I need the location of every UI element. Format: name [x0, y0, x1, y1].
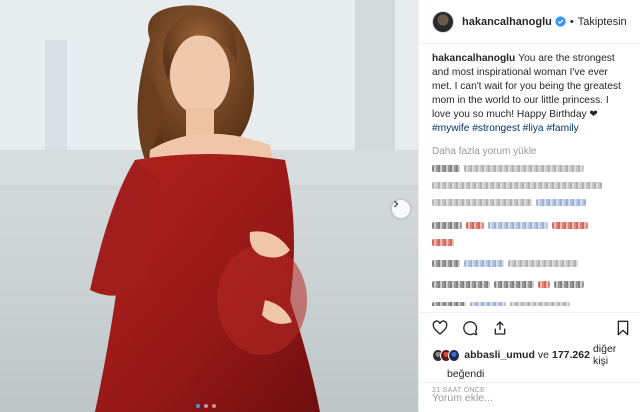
blurred-comment-text: [432, 182, 602, 189]
blurred-comment-text: [432, 199, 532, 206]
chevron-right-icon: [394, 200, 399, 208]
comment-row: [432, 218, 628, 233]
header-separator: •: [569, 15, 574, 28]
comment-row: [432, 178, 628, 193]
blurred-emoji: [466, 222, 484, 229]
blurred-emoji: [552, 222, 588, 229]
bookmark-icon[interactable]: [615, 320, 631, 336]
post-header: hakancalhanoglu • Takiptesin: [419, 0, 640, 44]
carousel-dot: [212, 404, 216, 408]
blurred-comments: [432, 161, 628, 306]
post-side-panel: hakancalhanoglu • Takiptesin hakancalhan…: [418, 0, 640, 412]
blurred-username: [432, 222, 462, 229]
action-icons-row: [432, 315, 631, 341]
blurred-username: [432, 281, 490, 288]
likes-count[interactable]: 177.262: [552, 349, 590, 361]
liked-by-username[interactable]: abbasli_umud: [464, 349, 535, 361]
post-caption: hakancalhanoglu You are the strongest and…: [432, 52, 628, 136]
liker-avatar: [448, 348, 461, 362]
comments-area: hakancalhanoglu You are the strongest and…: [419, 44, 640, 306]
hashtag-link[interactable]: #family: [546, 123, 578, 134]
blurred-mention: [464, 260, 504, 267]
carousel-indicator: [196, 404, 216, 408]
comment-row: [432, 195, 628, 210]
next-slide-button[interactable]: [392, 200, 410, 218]
photo-scene: [0, 0, 418, 412]
hashtag-link[interactable]: #liya: [523, 123, 544, 134]
blurred-username: [432, 302, 466, 306]
comment-input[interactable]: [432, 391, 628, 404]
add-comment-bar: [419, 382, 640, 412]
hashtag-link[interactable]: #strongest: [472, 123, 520, 134]
caption-username[interactable]: hakancalhanoglu: [432, 53, 515, 64]
blurred-comment-text: [510, 302, 570, 306]
hashtag-link[interactable]: #mywife: [432, 123, 469, 134]
blurred-mention: [470, 302, 506, 306]
share-icon[interactable]: [492, 320, 508, 336]
blurred-emoji: [538, 281, 550, 288]
blurred-mention: [536, 199, 586, 206]
blurred-comment-text: [508, 260, 578, 267]
comment-row: [432, 235, 628, 250]
post-author-username[interactable]: hakancalhanoglu: [462, 16, 552, 28]
follow-status-button[interactable]: Takiptesin: [578, 16, 627, 28]
likes-suffix[interactable]: diğer kişi: [593, 343, 631, 367]
blurred-emoji: [432, 239, 454, 246]
comment-icon[interactable]: [462, 320, 478, 336]
blurred-username: [432, 260, 460, 267]
carousel-dot: [204, 404, 208, 408]
blurred-comment-text: [464, 165, 584, 172]
comment-row: [432, 298, 628, 306]
likes-summary: abbasli_umud ve 177.262 diğer kişi: [432, 343, 631, 367]
heart-icon[interactable]: [432, 320, 448, 336]
avatar[interactable]: [432, 10, 454, 33]
post-photo: [0, 0, 418, 412]
likes-connector: ve: [537, 349, 549, 361]
verified-badge-icon: [555, 16, 566, 27]
blurred-username: [432, 165, 460, 172]
blurred-comment-text: [494, 281, 534, 288]
comment-row: [432, 256, 628, 271]
likes-line-2: beğendi: [447, 368, 485, 380]
blurred-comment-text: [554, 281, 584, 288]
load-more-comments-link[interactable]: Daha fazla yorum yükle: [432, 146, 628, 157]
comment-row: [432, 161, 628, 176]
carousel-dot: [196, 404, 200, 408]
comment-row: [432, 277, 628, 292]
blurred-mention: [488, 222, 548, 229]
